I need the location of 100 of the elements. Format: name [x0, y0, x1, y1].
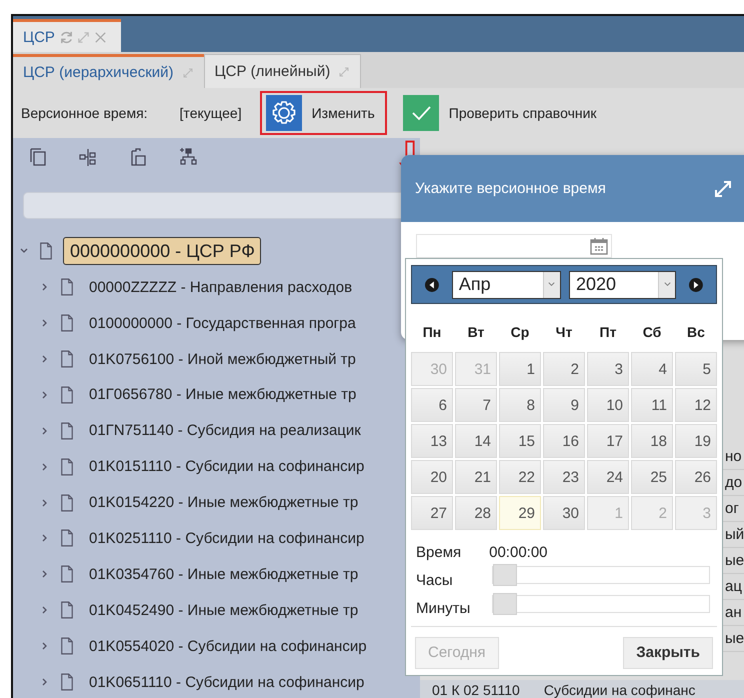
day-cell[interactable]: 2 — [543, 352, 585, 386]
copy-icon[interactable] — [28, 147, 48, 168]
document-icon — [60, 386, 74, 404]
tree-item[interactable]: 0100000000 - Государственная програ — [84, 312, 361, 335]
tree-item[interactable]: 01K0651110 - Субсидии на софинансир — [84, 670, 370, 694]
version-value: [текущее] — [180, 105, 242, 121]
day-cell[interactable]: 8 — [499, 388, 541, 422]
day-cell[interactable]: 1 — [499, 352, 541, 386]
footer-button[interactable]: Закрыть — [623, 636, 713, 669]
date-field[interactable] — [416, 234, 612, 258]
tree-item[interactable]: 01K0154220 - Иные межбюджетные тр — [84, 491, 364, 514]
checkmark-icon — [402, 95, 439, 131]
slider-thumb[interactable] — [493, 592, 517, 615]
table-cell: ые — [725, 552, 744, 569]
dialog-title: Укажите версионное время — [415, 180, 606, 197]
tree-item[interactable]: 01K0554020 - Субсидии на софинансир — [84, 634, 372, 658]
tree-item[interactable]: 01K0251110 - Субсидии на софинансир — [84, 526, 370, 550]
document-icon — [60, 350, 74, 368]
tree-item[interactable]: 0000000000 - ЦСР РФ — [63, 237, 261, 266]
tree-item[interactable]: 01K0756100 - Иной межбюджетный тр — [84, 348, 361, 371]
tree-item[interactable]: 01K0151110 - Субсидии на софинансир — [84, 455, 370, 478]
hierarchy-icon[interactable] — [178, 147, 198, 168]
day-cell[interactable]: 26 — [675, 460, 717, 494]
slider-label: Часы — [416, 570, 454, 589]
weekday-label: Вт — [466, 323, 486, 342]
day-cell[interactable]: 10 — [587, 388, 629, 422]
document-icon — [60, 601, 74, 620]
tree-item[interactable]: 01K0452490 - Иные межбюджетные тр — [84, 598, 364, 622]
calendar-icon[interactable] — [589, 236, 609, 256]
day-cell[interactable]: 3 — [587, 352, 629, 386]
tree-item[interactable]: 01ГN751140 - Субсидия на реализацик — [84, 419, 366, 442]
next-month-button[interactable] — [688, 276, 704, 293]
day-cell[interactable]: 14 — [455, 424, 497, 458]
day-cell[interactable]: 12 — [675, 388, 717, 422]
day-cell[interactable]: 27 — [411, 496, 453, 530]
version-label: Версионное время: — [21, 105, 148, 121]
table-cell: ый — [725, 526, 744, 543]
table-cell: ац — [725, 578, 742, 595]
table-cell: ог — [725, 500, 739, 517]
weekday-label: Пт — [598, 323, 618, 342]
weekday-label: Чт — [554, 323, 574, 342]
day-cell[interactable]: 13 — [411, 424, 453, 458]
weekday-label: Вс — [686, 323, 706, 342]
document-icon — [60, 637, 74, 656]
day-cell[interactable]: 19 — [675, 424, 717, 458]
document-icon — [60, 494, 74, 512]
day-cell[interactable]: 5 — [675, 352, 717, 386]
day-cell[interactable]: 11 — [631, 388, 673, 422]
time-value: 00:00:00 — [489, 544, 548, 562]
day-cell[interactable]: 9 — [543, 388, 585, 422]
gear-icon — [266, 95, 302, 131]
document-icon — [60, 565, 74, 584]
previous-month-button[interactable] — [424, 276, 440, 293]
document-icon — [60, 314, 74, 332]
day-cell[interactable]: 29 — [499, 496, 541, 530]
day-cell[interactable]: 4 — [631, 352, 673, 386]
document-icon — [39, 242, 53, 260]
split-node-icon[interactable] — [78, 147, 98, 168]
year-select[interactable]: 2020 — [568, 270, 676, 299]
day-cell[interactable]: 18 — [631, 424, 673, 458]
table-cell: но — [725, 448, 742, 465]
change-button[interactable]: Изменить — [260, 91, 387, 135]
document-icon — [60, 278, 74, 296]
document-icon — [60, 458, 74, 476]
day-cell[interactable]: 22 — [499, 460, 541, 494]
tab-label: ЦСР — [23, 28, 55, 46]
day-cell[interactable]: 16 — [543, 424, 585, 458]
day-cell[interactable]: 23 — [543, 460, 585, 494]
table-cell: ан — [725, 604, 742, 621]
slider-label: Минуты — [416, 599, 472, 618]
document-icon — [60, 422, 74, 440]
weekday-label: Сб — [642, 323, 662, 342]
expand-icon[interactable] — [713, 178, 733, 198]
month-select[interactable]: Апр — [452, 270, 561, 299]
tab[interactable]: ЦСР (линейный) — [204, 54, 362, 88]
day-cell[interactable]: 21 — [455, 460, 497, 494]
day-cell[interactable]: 17 — [587, 424, 629, 458]
day-cell[interactable]: 20 — [411, 460, 453, 494]
table-cell: ые — [725, 630, 744, 647]
day-cell[interactable]: 28 — [455, 496, 497, 530]
day-cell[interactable]: 24 — [587, 460, 629, 494]
day-cell[interactable]: 15 — [499, 424, 541, 458]
day-cell[interactable]: 30 — [543, 496, 585, 530]
day-cell[interactable]: 6 — [411, 388, 453, 422]
tree-item[interactable]: 00000ZZZZZ - Направления расходов — [84, 276, 358, 299]
day-cell[interactable]: 25 — [631, 460, 673, 494]
tree-item[interactable]: 01K0354760 - Иные межбюджетные тр — [84, 562, 364, 586]
document-icon — [60, 529, 74, 548]
slider-thumb[interactable] — [493, 564, 517, 586]
tree-item[interactable]: 01Г0656780 - Иные межбюджетные тр — [84, 383, 362, 406]
tab[interactable]: ЦСР (иерархический) — [13, 54, 204, 88]
check-button[interactable]: Проверить справочник — [396, 91, 609, 135]
table-cell: 01 К 02 51110 — [432, 682, 520, 698]
weekday-label: Пн — [422, 323, 442, 342]
day-cell[interactable]: 7 — [455, 388, 497, 422]
time-label: Время — [416, 544, 462, 562]
table-cell: Субсидии на софинанс — [544, 682, 696, 698]
weekday-label: Ср — [510, 323, 530, 342]
document-icon — [60, 673, 74, 692]
table-cell: до — [725, 474, 742, 491]
